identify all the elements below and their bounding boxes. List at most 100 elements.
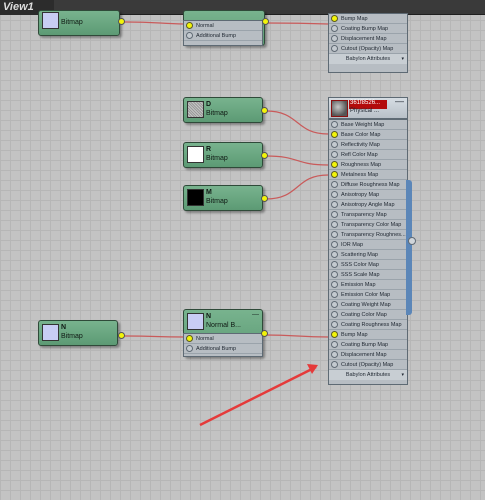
slot-row[interactable]: Anisotropy Map	[329, 190, 407, 200]
slot-row[interactable]: Bump Map	[329, 14, 407, 24]
input-socket[interactable]	[331, 171, 338, 178]
babylon-attributes-rollout[interactable]: Babylon Attributes ▾	[329, 370, 407, 380]
input-socket[interactable]	[331, 45, 338, 52]
output-socket[interactable]	[118, 18, 125, 25]
input-socket[interactable]	[331, 271, 338, 278]
slot-label: Scattering Map	[341, 252, 378, 258]
input-socket[interactable]	[186, 22, 193, 29]
input-socket[interactable]	[331, 25, 338, 32]
slot-row[interactable]: Reflectivity Map	[329, 140, 407, 150]
slot-row[interactable]: Coating Weight Map	[329, 300, 407, 310]
slot-row[interactable]: Displacement Map	[329, 350, 407, 360]
input-socket[interactable]	[331, 35, 338, 42]
rollout-arrow-icon: ▾	[401, 372, 404, 378]
slot-row[interactable]: Cutout (Opacity) Map	[329, 44, 407, 54]
slot-label: Diffuse Roughness Map	[341, 182, 400, 188]
slot-row[interactable]: Cutout (Opacity) Map	[329, 360, 407, 370]
slot-row[interactable]: Anisotropy Angle Map	[329, 200, 407, 210]
input-socket[interactable]	[331, 181, 338, 188]
node-side-strip	[406, 180, 412, 315]
output-socket[interactable]	[408, 237, 416, 245]
slot-row[interactable]: Emission Color Map	[329, 290, 407, 300]
slot-row[interactable]: Normal	[184, 21, 262, 31]
slot-row[interactable]: Bump Map	[329, 330, 407, 340]
input-socket[interactable]	[331, 361, 338, 368]
input-socket[interactable]	[331, 15, 338, 22]
slot-row[interactable]: Refl Color Map	[329, 150, 407, 160]
slot-row[interactable]: Emission Map	[329, 280, 407, 290]
output-socket[interactable]	[261, 195, 268, 202]
slot-row[interactable]: Displacement Map	[329, 34, 407, 44]
input-socket[interactable]	[331, 281, 338, 288]
slot-row[interactable]: Additional Bump	[184, 31, 262, 41]
input-socket[interactable]	[186, 32, 193, 39]
normal-bump-node[interactable]: N Normal B... — Normal Additional Bump	[183, 309, 263, 357]
bitmap-thumbnail	[42, 12, 59, 29]
input-socket[interactable]	[331, 241, 338, 248]
node-type-label: Physical ...	[350, 108, 380, 114]
slot-row[interactable]: Roughness Map	[329, 160, 407, 170]
slot-row[interactable]: Additional Bump	[184, 344, 262, 354]
output-socket[interactable]	[118, 332, 125, 339]
slot-row[interactable]: Coating Bump Map	[329, 24, 407, 34]
slot-label: Bump Map	[341, 332, 368, 338]
input-socket[interactable]	[331, 121, 338, 128]
bitmap-node-d[interactable]: D Bitmap	[183, 97, 263, 123]
input-socket[interactable]	[331, 151, 338, 158]
babylon-attributes-rollout[interactable]: Babylon Attributes ▾	[329, 54, 407, 64]
top-normal-bump-node[interactable]: Normal Additional Bump	[183, 10, 265, 46]
slot-row[interactable]: Transparency Roughnes...	[329, 230, 407, 240]
slot-row[interactable]: Scattering Map	[329, 250, 407, 260]
input-socket[interactable]	[331, 141, 338, 148]
input-socket[interactable]	[331, 291, 338, 298]
slot-row[interactable]: Base Color Map	[329, 130, 407, 140]
slot-row[interactable]: SSS Scale Map	[329, 270, 407, 280]
input-socket[interactable]	[331, 211, 338, 218]
output-socket[interactable]	[262, 18, 269, 25]
bitmap-node-n[interactable]: N Bitmap	[38, 320, 118, 346]
input-socket[interactable]	[331, 301, 338, 308]
input-socket[interactable]	[331, 131, 338, 138]
slot-row[interactable]: Coating Roughness Map	[329, 320, 407, 330]
input-socket[interactable]	[331, 201, 338, 208]
slot-label: Metalness Map	[341, 172, 379, 178]
input-socket[interactable]	[186, 345, 193, 352]
input-socket[interactable]	[331, 161, 338, 168]
slot-row[interactable]: Coating Bump Map	[329, 340, 407, 350]
input-socket[interactable]	[331, 221, 338, 228]
input-socket[interactable]	[331, 261, 338, 268]
minimize-icon[interactable]: —	[252, 311, 259, 318]
node-type-label: Bitmap	[61, 333, 83, 340]
slot-row[interactable]: Base Weight Map	[329, 120, 407, 130]
bitmap-thumbnail	[42, 324, 59, 341]
bitmap-node-m[interactable]: M Bitmap	[183, 185, 263, 211]
node-type-label: Bitmap	[61, 19, 83, 26]
physical-material-header[interactable]: 361f8526... Physical ... —	[328, 96, 408, 119]
bitmap-node-r[interactable]: R Bitmap	[183, 142, 263, 168]
top-bitmap-node[interactable]: Bitmap	[38, 10, 120, 36]
slot-row[interactable]: Metalness Map	[329, 170, 407, 180]
slot-row[interactable]: SSS Color Map	[329, 260, 407, 270]
input-socket[interactable]	[331, 321, 338, 328]
input-socket[interactable]	[331, 251, 338, 258]
slot-label: Coating Bump Map	[341, 342, 389, 348]
output-socket[interactable]	[261, 330, 268, 337]
minimize-icon[interactable]: —	[395, 96, 404, 106]
slot-row[interactable]: Transparency Color Map	[329, 220, 407, 230]
slot-row[interactable]: Diffuse Roughness Map	[329, 180, 407, 190]
input-socket[interactable]	[331, 311, 338, 318]
slot-label: Coating Roughness Map	[341, 322, 402, 328]
slot-row[interactable]: Coating Color Map	[329, 310, 407, 320]
slot-row[interactable]: Normal	[184, 334, 262, 344]
input-socket[interactable]	[331, 341, 338, 348]
input-socket[interactable]	[331, 331, 338, 338]
top-material-slots: Bump Map Coating Bump Map Displacement M…	[328, 13, 408, 73]
input-socket[interactable]	[331, 351, 338, 358]
output-socket[interactable]	[261, 152, 268, 159]
input-socket[interactable]	[331, 191, 338, 198]
slot-row[interactable]: Transparency Map	[329, 210, 407, 220]
slot-row[interactable]: IOR Map	[329, 240, 407, 250]
input-socket[interactable]	[186, 335, 193, 342]
output-socket[interactable]	[261, 107, 268, 114]
input-socket[interactable]	[331, 231, 338, 238]
